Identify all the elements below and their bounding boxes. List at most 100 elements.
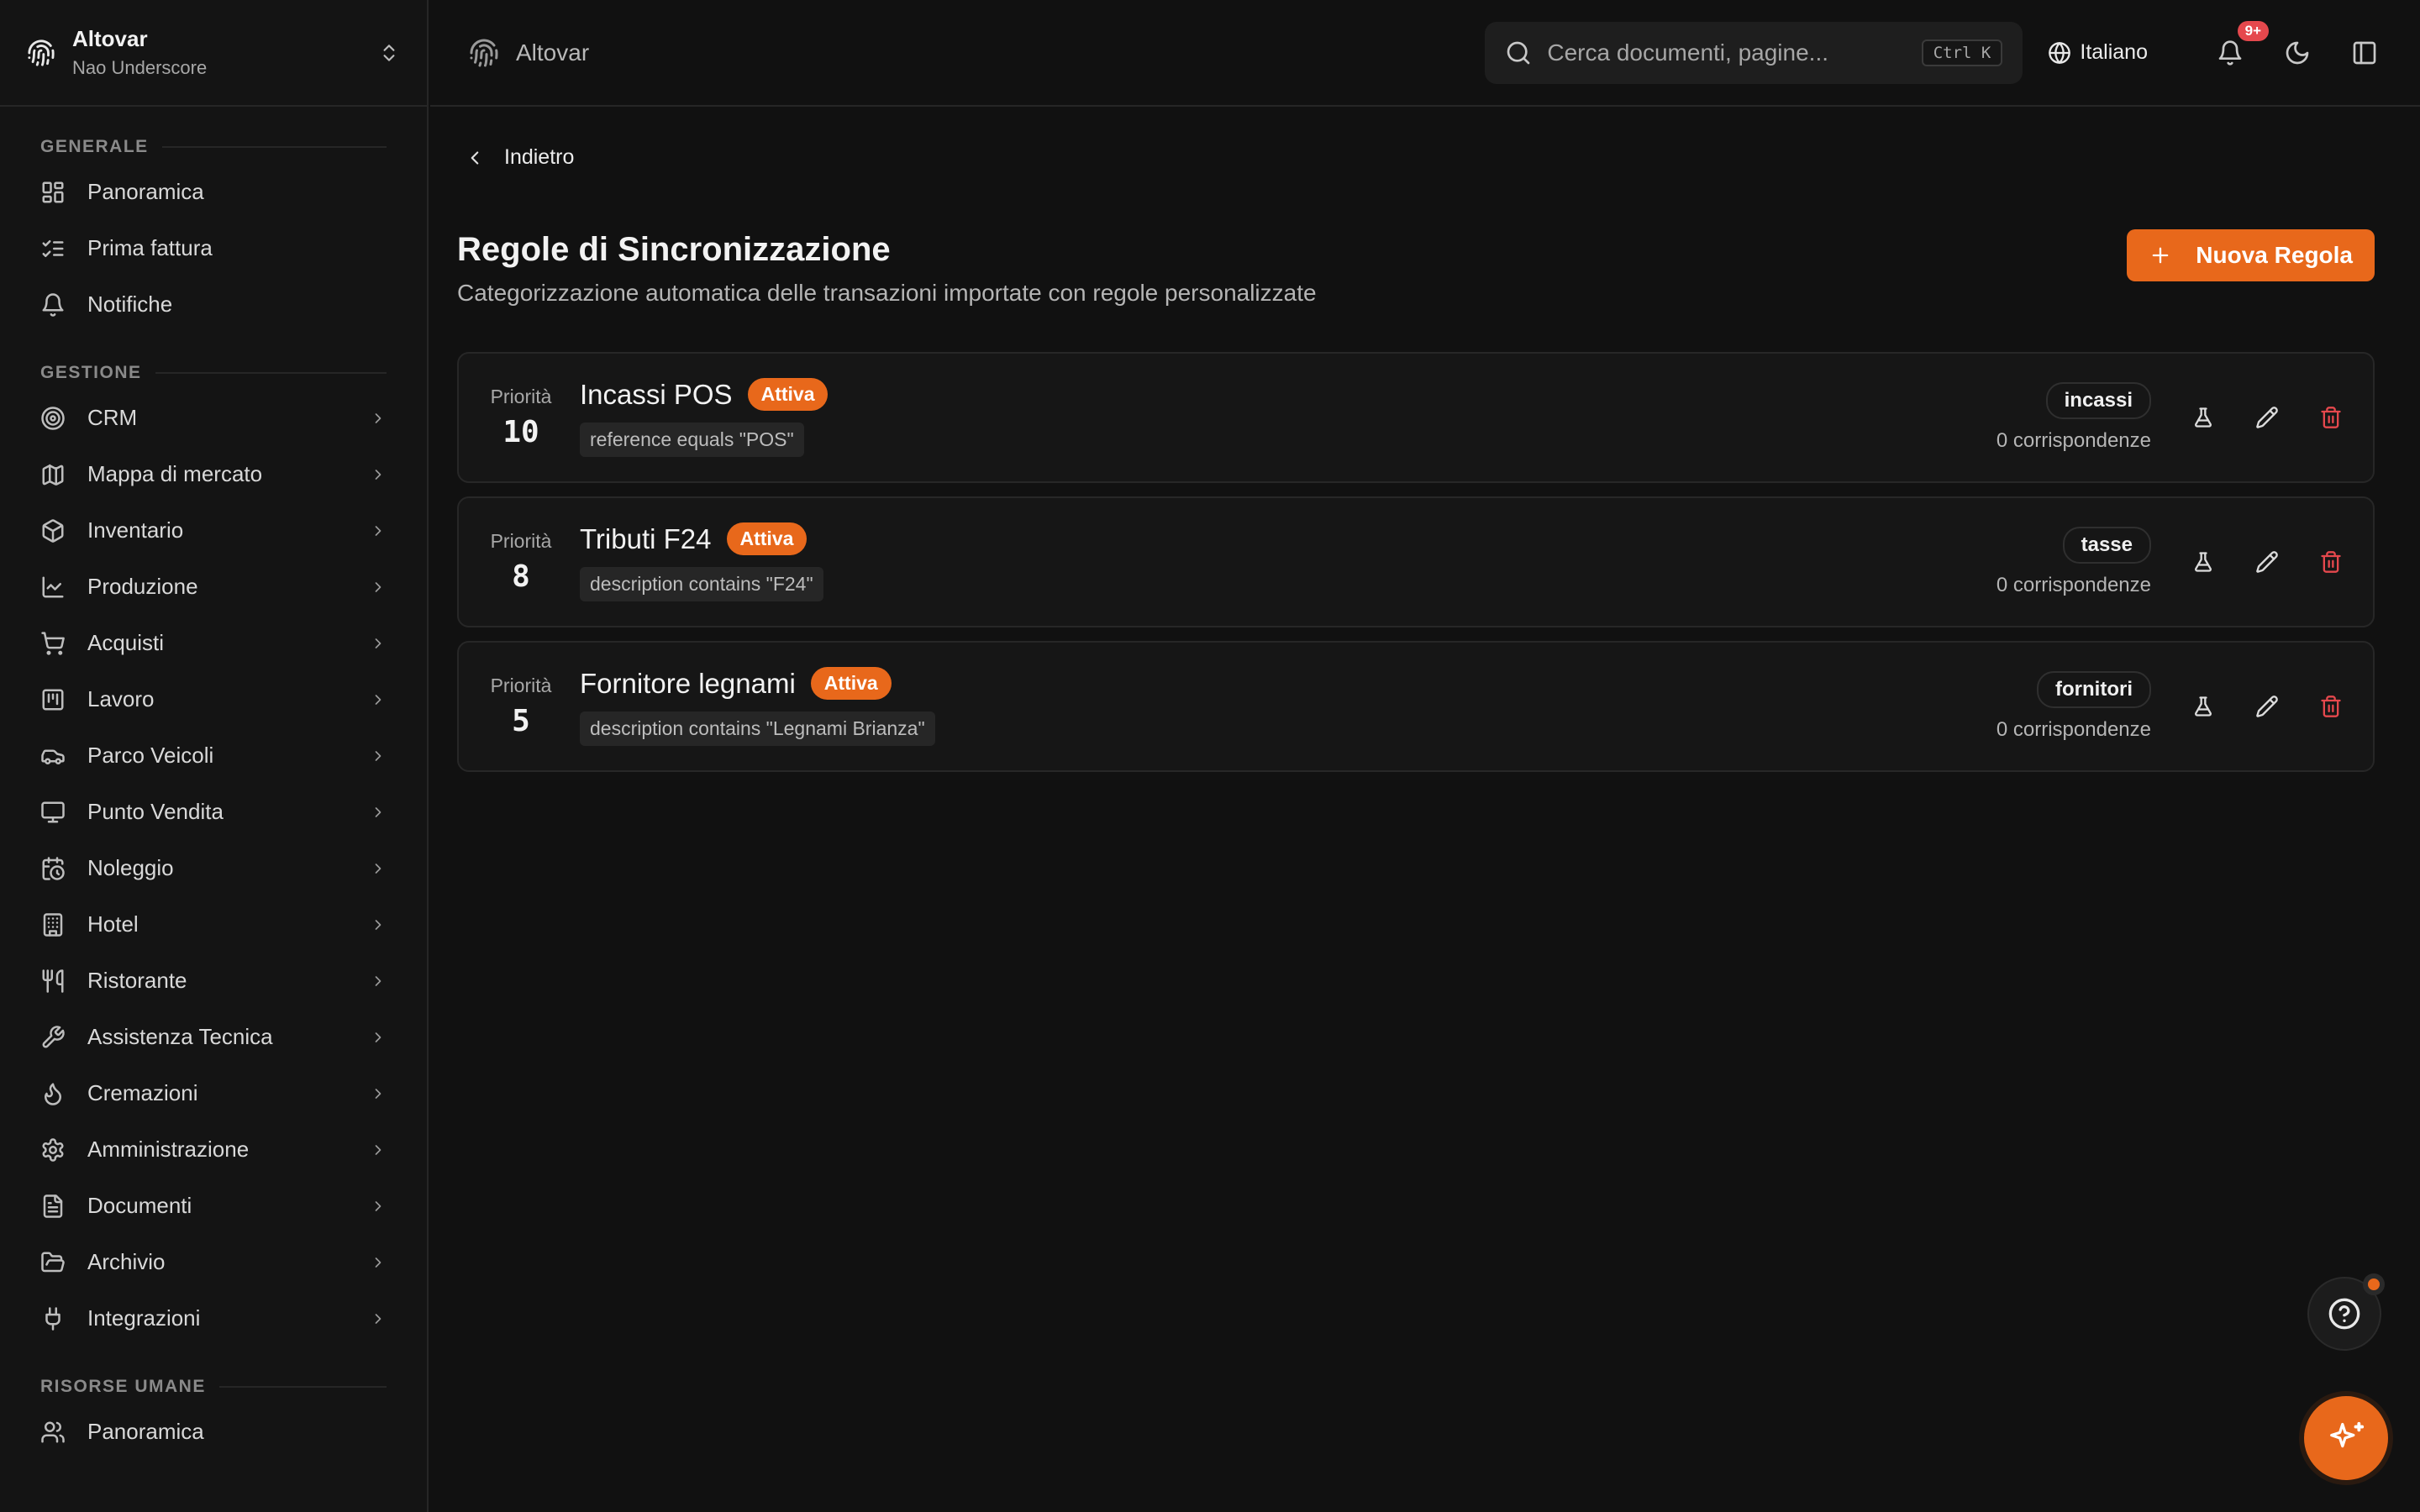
- sidebar-item-label: Archivio: [87, 1249, 166, 1274]
- match-count: 0 corrispondenze: [1996, 574, 2151, 596]
- file-icon: [40, 1194, 66, 1219]
- sidebar-section-title: GESTIONE: [40, 356, 387, 390]
- rules-list: Priorità 10 Incassi POS Attiva reference…: [457, 352, 2375, 785]
- rule-actions: [2185, 688, 2349, 725]
- delete-rule-button[interactable]: [2312, 399, 2349, 436]
- sidebar-item[interactable]: Archivio: [40, 1234, 387, 1290]
- org-switcher[interactable]: Altovar Nao Underscore: [0, 0, 427, 107]
- rule-priority: Priorità 5: [487, 675, 555, 738]
- chevron-right-icon: [370, 748, 387, 764]
- sidebar-item[interactable]: Panoramica: [40, 164, 387, 220]
- calendar-clock-icon: [40, 856, 66, 881]
- chevron-right-icon: [370, 973, 387, 990]
- delete-rule-button[interactable]: [2312, 688, 2349, 725]
- priority-value: 5: [512, 704, 530, 738]
- plus-icon: [2152, 247, 2169, 264]
- sidebar-section: GENERALE Panoramica Prima fattura Notifi…: [0, 130, 427, 333]
- page-subtitle: Categorizzazione automatica delle transa…: [457, 280, 1317, 306]
- chevron-right-icon: [370, 804, 387, 821]
- sidebar-item[interactable]: Hotel: [40, 896, 387, 953]
- sidebar-item-label: Panoramica: [87, 179, 204, 204]
- sidebar-item[interactable]: Assistenza Tecnica: [40, 1009, 387, 1065]
- status-badge: Attiva: [810, 667, 892, 700]
- language-label: Italiano: [2080, 40, 2148, 64]
- priority-value: 8: [512, 559, 530, 594]
- back-label: Indietro: [504, 145, 575, 169]
- test-rule-button[interactable]: [2185, 399, 2222, 436]
- breadcrumb[interactable]: Altovar: [516, 39, 1485, 66]
- sidebar-item-label: Parco Veicoli: [87, 743, 214, 768]
- search-box[interactable]: Ctrl K: [1485, 21, 2023, 84]
- dashboard-icon: [40, 180, 66, 205]
- bell-icon: [2218, 39, 2242, 66]
- sidebar-item-label: Lavoro: [87, 686, 155, 711]
- trash-icon: [2319, 550, 2343, 574]
- ai-assistant-button[interactable]: [2304, 1396, 2388, 1480]
- new-rule-button[interactable]: Nuova Regola: [2127, 229, 2375, 281]
- rule-condition: description contains "Legnami Brianza": [580, 711, 935, 746]
- test-rule-button[interactable]: [2185, 688, 2222, 725]
- sidebar-item[interactable]: Prima fattura: [40, 220, 387, 276]
- flask-icon: [2191, 695, 2215, 718]
- sidebar-item[interactable]: Lavoro: [40, 671, 387, 727]
- fingerprint-icon: [27, 39, 55, 67]
- wrench-icon: [40, 1025, 66, 1050]
- sidebar-item[interactable]: Documenti: [40, 1178, 387, 1234]
- rule-card[interactable]: Priorità 8 Tributi F24 Attiva descriptio…: [457, 496, 2375, 627]
- moon-icon: [2286, 41, 2309, 64]
- chevron-right-icon: [370, 860, 387, 877]
- sidebar-section-title: RISORSE UMANE: [40, 1370, 387, 1404]
- sidebar-item[interactable]: Integrazioni: [40, 1290, 387, 1347]
- sidebar-item[interactable]: Mappa di mercato: [40, 446, 387, 502]
- rule-info: Fornitore legnami Attiva description con…: [580, 667, 1996, 746]
- sidebar-item-label: Documenti: [87, 1193, 192, 1218]
- sidebar-section: GESTIONE CRM Mappa di mercato Inventario…: [0, 356, 427, 1347]
- rule-card[interactable]: Priorità 5 Fornitore legnami Attiva desc…: [457, 641, 2375, 772]
- help-button[interactable]: [2307, 1273, 2385, 1351]
- notifications-button[interactable]: 9+: [2212, 20, 2269, 71]
- match-count: 0 corrispondenze: [1996, 718, 2151, 741]
- main-content: Indietro Regole di Sincronizzazione Cate…: [430, 108, 2420, 1512]
- checklist-icon: [40, 236, 66, 261]
- chevron-right-icon: [370, 691, 387, 708]
- rule-meta: fornitori 0 corrispondenze: [1996, 671, 2151, 742]
- rule-card[interactable]: Priorità 10 Incassi POS Attiva reference…: [457, 352, 2375, 483]
- kanban-icon: [40, 687, 66, 712]
- new-rule-label: Nuova Regola: [2196, 242, 2353, 268]
- language-selector[interactable]: Italiano: [2048, 40, 2148, 65]
- sidebar-item-label: Punto Vendita: [87, 799, 224, 824]
- sidebar-item-label: Acquisti: [87, 630, 165, 655]
- sidebar-item[interactable]: Amministrazione: [40, 1121, 387, 1178]
- edit-rule-button[interactable]: [2249, 688, 2286, 725]
- sidebar-item-label: Amministrazione: [87, 1137, 250, 1162]
- back-link[interactable]: Indietro: [464, 145, 574, 170]
- sidebar-item-label: Notifiche: [87, 291, 173, 317]
- sidebar-item[interactable]: Inventario: [40, 502, 387, 559]
- sidebar-toggle[interactable]: [2346, 34, 2383, 71]
- sidebar-item[interactable]: Produzione: [40, 559, 387, 615]
- sidebar-item[interactable]: Ristorante: [40, 953, 387, 1009]
- sidebar-item[interactable]: CRM: [40, 390, 387, 446]
- trash-icon: [2319, 695, 2343, 718]
- sidebar-item[interactable]: Acquisti: [40, 615, 387, 671]
- chevrons-up-down-icon[interactable]: [378, 42, 400, 64]
- utensils-icon: [40, 969, 66, 994]
- sidebar-item-label: Assistenza Tecnica: [87, 1024, 273, 1049]
- map-icon: [40, 462, 66, 487]
- delete-rule-button[interactable]: [2312, 543, 2349, 580]
- sidebar-item[interactable]: Cremazioni: [40, 1065, 387, 1121]
- sidebar-item[interactable]: Punto Vendita: [40, 784, 387, 840]
- search-input[interactable]: [1547, 39, 1922, 66]
- edit-rule-button[interactable]: [2249, 399, 2286, 436]
- sidebar-item-label: Inventario: [87, 517, 184, 543]
- edit-rule-button[interactable]: [2249, 543, 2286, 580]
- sidebar-item[interactable]: Notifiche: [40, 276, 387, 333]
- globe-icon: [2048, 41, 2071, 65]
- test-rule-button[interactable]: [2185, 543, 2222, 580]
- sidebar-item[interactable]: Parco Veicoli: [40, 727, 387, 784]
- sidebar-item[interactable]: Noleggio: [40, 840, 387, 896]
- theme-toggle[interactable]: [2279, 34, 2316, 71]
- sidebar-item[interactable]: Panoramica: [40, 1404, 387, 1460]
- trash-icon: [2319, 406, 2343, 429]
- chevron-right-icon: [370, 1085, 387, 1102]
